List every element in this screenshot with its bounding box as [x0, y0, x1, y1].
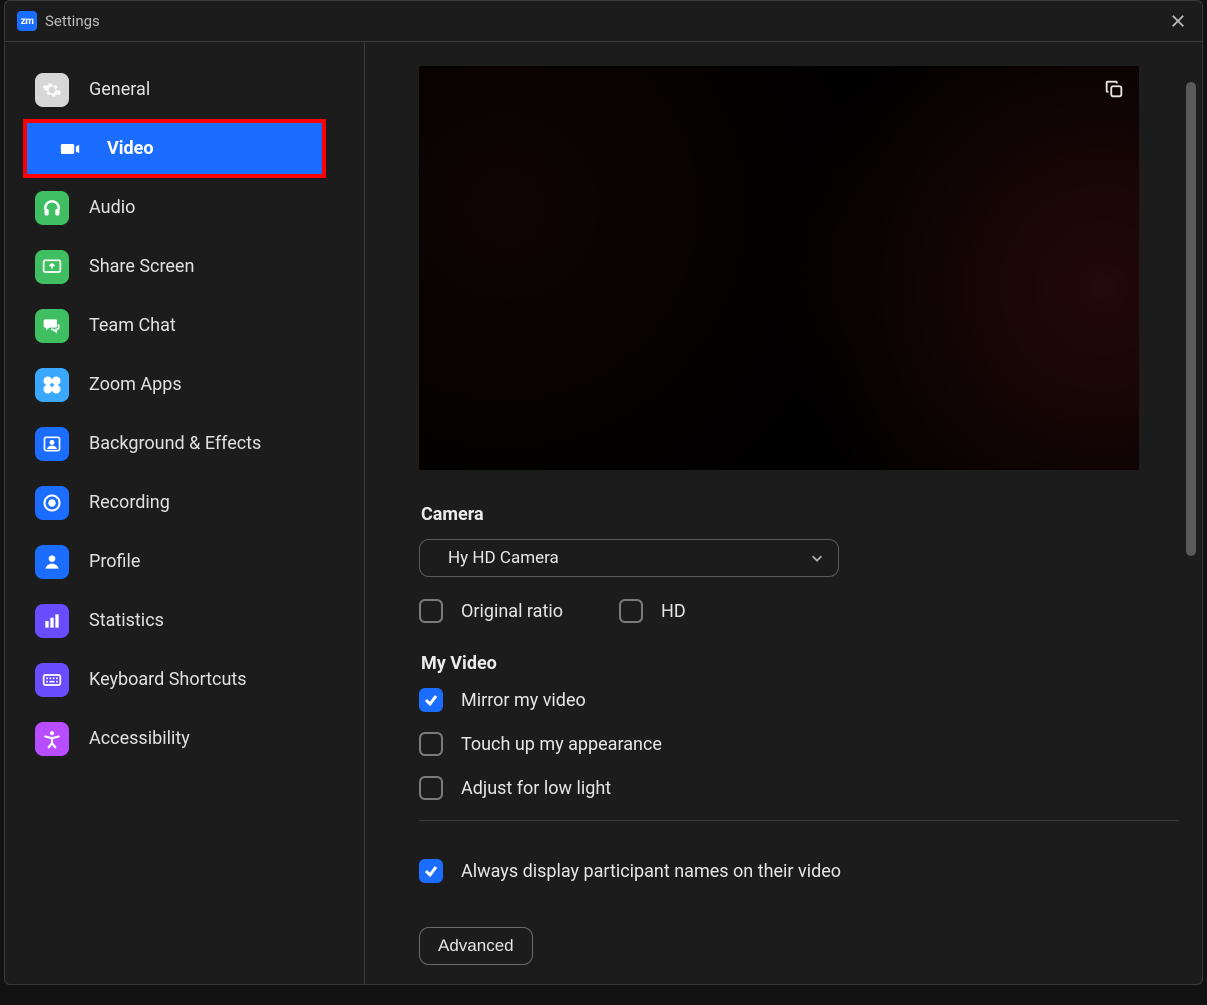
- sidebar-item-profile[interactable]: Profile: [5, 532, 364, 591]
- sidebar-item-label: Recording: [89, 492, 170, 513]
- sidebar-item-accessibility[interactable]: Accessibility: [5, 709, 364, 768]
- accessibility-icon: [35, 722, 69, 756]
- keyboard-icon: [35, 663, 69, 697]
- sidebar-item-label: Audio: [89, 197, 135, 218]
- statistics-icon: [35, 604, 69, 638]
- chevron-down-icon: [810, 551, 824, 565]
- sidebar-item-label: Share Screen: [89, 256, 194, 277]
- sidebar: General Video Audio Share Screen Team Chat Zo…: [5, 42, 365, 984]
- checkbox-box: [619, 599, 643, 623]
- sidebar-item-label: General: [89, 79, 150, 100]
- checkbox-box: [419, 859, 443, 883]
- hd-checkbox[interactable]: HD: [619, 599, 686, 623]
- sidebar-item-label: Video: [107, 138, 154, 159]
- sidebar-item-share-screen[interactable]: Share Screen: [5, 237, 364, 296]
- sidebar-item-keyboard-shortcuts[interactable]: Keyboard Shortcuts: [5, 650, 364, 709]
- scrollbar-thumb[interactable]: [1186, 82, 1196, 556]
- video-preview: [419, 66, 1139, 470]
- close-button[interactable]: [1166, 9, 1190, 33]
- mirror-my-video-checkbox[interactable]: Mirror my video: [419, 688, 1179, 712]
- touch-up-appearance-checkbox[interactable]: Touch up my appearance: [419, 732, 1179, 756]
- background-icon: [35, 427, 69, 461]
- zoom-app-icon: zm: [17, 11, 37, 31]
- sidebar-item-label: Background & Effects: [89, 433, 261, 454]
- window-title: Settings: [45, 12, 100, 30]
- settings-body: General Video Audio Share Screen Team Chat Zo…: [5, 42, 1202, 984]
- touch-up-appearance-label: Touch up my appearance: [461, 734, 662, 755]
- sidebar-item-recording[interactable]: Recording: [5, 473, 364, 532]
- profile-icon: [35, 545, 69, 579]
- sidebar-item-team-chat[interactable]: Team Chat: [5, 296, 364, 355]
- divider: [419, 820, 1179, 821]
- main-panel: Camera Hy HD Camera Original ratio HD: [365, 42, 1202, 984]
- scrollbar[interactable]: [1184, 82, 1198, 944]
- mirror-my-video-label: Mirror my video: [461, 690, 586, 711]
- check-icon: [423, 863, 439, 879]
- camera-section-label: Camera: [421, 504, 1179, 525]
- adjust-low-light-checkbox[interactable]: Adjust for low light: [419, 776, 1179, 800]
- hd-label: HD: [661, 601, 686, 622]
- checkbox-box: [419, 688, 443, 712]
- video-icon: [53, 132, 87, 166]
- checkbox-box: [419, 776, 443, 800]
- camera-select-value: Hy HD Camera: [448, 548, 559, 568]
- always-display-names-checkbox[interactable]: Always display participant names on thei…: [419, 859, 1179, 883]
- settings-window: zm Settings General Video Audio Share Scree…: [4, 0, 1203, 985]
- always-display-names-label: Always display participant names on thei…: [461, 861, 841, 882]
- original-ratio-label: Original ratio: [461, 601, 563, 622]
- rotate-icon: [1103, 78, 1125, 100]
- titlebar: zm Settings: [5, 1, 1202, 42]
- sidebar-item-zoom-apps[interactable]: Zoom Apps: [5, 355, 364, 414]
- adjust-low-light-label: Adjust for low light: [461, 778, 611, 799]
- check-icon: [423, 692, 439, 708]
- video-settings-panel: Camera Hy HD Camera Original ratio HD: [419, 66, 1179, 965]
- ratio-hd-row: Original ratio HD: [419, 599, 1179, 623]
- my-video-section-label: My Video: [421, 653, 1179, 674]
- record-icon: [35, 486, 69, 520]
- sidebar-item-video[interactable]: Video: [23, 119, 326, 178]
- sidebar-item-label: Statistics: [89, 610, 164, 631]
- headphones-icon: [35, 191, 69, 225]
- share-screen-icon: [35, 250, 69, 284]
- sidebar-item-statistics[interactable]: Statistics: [5, 591, 364, 650]
- chat-icon: [35, 309, 69, 343]
- original-ratio-checkbox[interactable]: Original ratio: [419, 599, 563, 623]
- sidebar-item-background-effects[interactable]: Background & Effects: [5, 414, 364, 473]
- sidebar-item-general[interactable]: General: [5, 60, 364, 119]
- checkbox-box: [419, 599, 443, 623]
- sidebar-item-label: Team Chat: [89, 315, 176, 336]
- rotate-button[interactable]: [1103, 78, 1125, 104]
- close-icon: [1171, 14, 1185, 28]
- sidebar-item-label: Keyboard Shortcuts: [89, 669, 247, 690]
- camera-select[interactable]: Hy HD Camera: [419, 539, 839, 577]
- sidebar-item-label: Accessibility: [89, 728, 190, 749]
- gear-icon: [35, 73, 69, 107]
- apps-icon: [35, 368, 69, 402]
- checkbox-box: [419, 732, 443, 756]
- sidebar-item-audio[interactable]: Audio: [5, 178, 364, 237]
- advanced-button[interactable]: Advanced: [419, 927, 533, 965]
- sidebar-item-label: Profile: [89, 551, 140, 572]
- sidebar-item-label: Zoom Apps: [89, 374, 182, 395]
